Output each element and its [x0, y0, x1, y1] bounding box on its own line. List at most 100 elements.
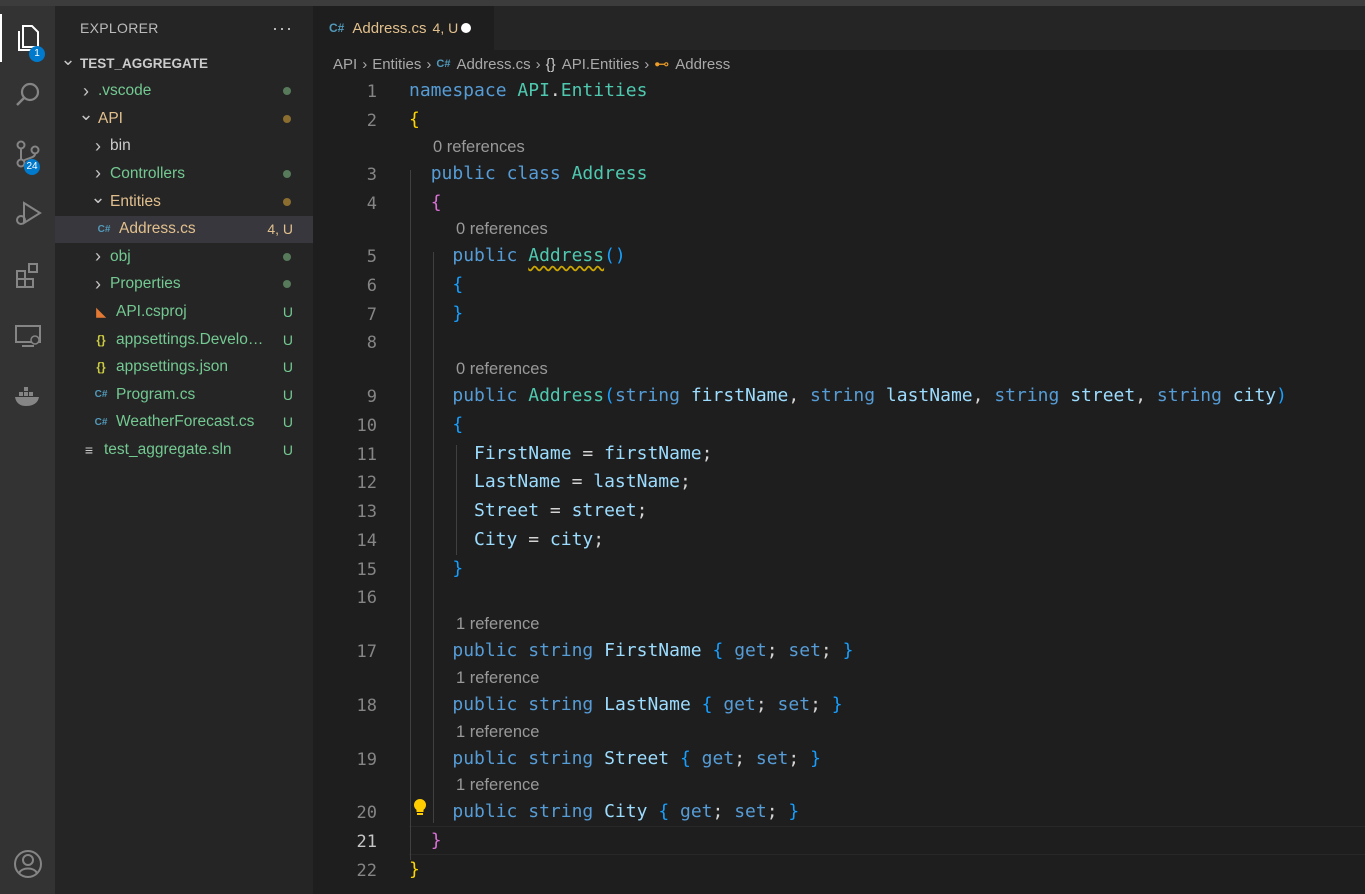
codelens-references[interactable]: 0 references	[433, 138, 525, 157]
extensions-activity[interactable]	[0, 251, 55, 299]
code-line[interactable]: public Address()	[409, 245, 625, 266]
line-number[interactable]: 5	[313, 247, 377, 267]
parameter: street	[1070, 385, 1136, 406]
tree-item[interactable]: {} appsettings.Develop... U	[55, 326, 313, 353]
breadcrumb-namespace[interactable]: API.Entities	[562, 56, 640, 73]
line-number[interactable]: 11	[313, 445, 377, 465]
tree-item-label: TEST_AGGREGATE	[80, 56, 209, 71]
code-line[interactable]: {	[409, 109, 420, 130]
breadcrumb-class[interactable]: Address	[675, 56, 730, 73]
code-line[interactable]: FirstName = firstName;	[409, 443, 712, 464]
line-number[interactable]: 15	[313, 560, 377, 580]
line-number[interactable]: 10	[313, 416, 377, 436]
codelens-references[interactable]: 1 reference	[456, 669, 539, 688]
line-number[interactable]: 9	[313, 387, 377, 407]
code-line[interactable]: }	[409, 859, 420, 880]
code-line[interactable]: public string FirstName { get; set; }	[409, 640, 853, 661]
tree-item[interactable]: › Controllers	[55, 160, 313, 187]
brace: {	[452, 414, 464, 435]
tree-item[interactable]: C# Address.cs 4, U	[55, 215, 313, 243]
code-line[interactable]: {	[409, 274, 463, 295]
tree-item[interactable]: ⌄ API	[55, 104, 313, 132]
line-number[interactable]: 3	[313, 165, 377, 185]
git-status-badge: U	[282, 414, 293, 431]
tree-item[interactable]: {} appsettings.json U	[55, 354, 313, 381]
line-number[interactable]: 7	[313, 305, 377, 325]
codelens-references[interactable]: 0 references	[456, 220, 548, 239]
source-control-activity[interactable]: 24	[0, 130, 55, 178]
line-number[interactable]: 12	[313, 473, 377, 493]
git-status-badge: U	[282, 359, 293, 376]
run-debug-icon	[15, 201, 42, 225]
tree-item[interactable]: › obj	[55, 243, 313, 270]
docker-activity[interactable]	[0, 372, 55, 420]
breadcrumb-file[interactable]: Address.cs	[456, 56, 530, 73]
codelens-references[interactable]: 1 reference	[456, 776, 539, 795]
unsaved-dot-icon[interactable]	[461, 23, 471, 33]
line-number[interactable]: 19	[313, 750, 377, 770]
code-line[interactable]: Street = street;	[409, 500, 647, 521]
tree-item[interactable]: › .vscode	[55, 78, 313, 105]
tree-item[interactable]: C# WeatherForecast.cs U	[55, 409, 313, 436]
keyword: get	[734, 640, 767, 661]
brace: }	[452, 558, 464, 579]
code-line[interactable]: public string City { get; set; }	[409, 801, 799, 822]
tree-item[interactable]: › Properties	[55, 271, 313, 298]
line-number[interactable]: 8	[313, 333, 377, 353]
tree-item[interactable]: › bin	[55, 133, 313, 160]
code-line[interactable]: public string Street { get; set; }	[409, 748, 821, 769]
code-line[interactable]: public class Address	[409, 163, 648, 184]
tree-item[interactable]: C# Program.cs U	[55, 381, 313, 408]
code-line[interactable]: }	[409, 303, 463, 324]
remote-explorer-activity[interactable]	[0, 312, 55, 360]
code-line[interactable]: {	[409, 414, 463, 435]
search-activity[interactable]	[0, 71, 55, 119]
line-number[interactable]: 20	[313, 803, 377, 823]
line-number[interactable]: 17	[313, 642, 377, 662]
tab-address-cs[interactable]: C# Address.cs 4, U	[313, 6, 494, 50]
tree-item[interactable]: ⌄ TEST_AGGREGATE	[55, 49, 313, 77]
line-number[interactable]: 13	[313, 502, 377, 522]
line-number[interactable]: 1	[313, 82, 377, 102]
code-line[interactable]: City = city;	[409, 529, 604, 550]
parameter: lastName	[593, 471, 680, 492]
line-number[interactable]: 2	[313, 111, 377, 131]
brace: {	[452, 274, 464, 295]
property-name: City	[604, 801, 648, 822]
brace: {	[679, 748, 691, 769]
line-number[interactable]: 18	[313, 696, 377, 716]
code-line[interactable]: public string LastName { get; set; }	[409, 694, 842, 715]
codelens-references[interactable]: 1 reference	[456, 723, 539, 742]
tree-item-label: test_aggregate.sln	[104, 440, 232, 458]
line-number[interactable]: 6	[313, 276, 377, 296]
tree-item[interactable]: ◣ API.csproj U	[55, 298, 313, 325]
chevron-right-icon: ›	[95, 273, 101, 294]
accounts-activity[interactable]	[0, 840, 55, 888]
code-line[interactable]: public Address(string firstName, string …	[409, 385, 1287, 406]
keyword: string	[528, 694, 594, 715]
code-line[interactable]: }	[409, 830, 442, 851]
code-line[interactable]: {	[409, 192, 442, 213]
run-debug-activity[interactable]	[0, 189, 55, 237]
code-line[interactable]: namespace API.Entities	[409, 80, 647, 101]
explorer-activity[interactable]: 1	[0, 14, 55, 62]
codelens-references[interactable]: 0 references	[456, 360, 548, 379]
code-line[interactable]: }	[409, 558, 463, 579]
line-number[interactable]: 16	[313, 588, 377, 608]
keyword: public	[430, 163, 496, 184]
tree-item[interactable]: ≡ test_aggregate.sln U	[55, 436, 313, 463]
breadcrumb-api[interactable]: API	[333, 56, 357, 73]
paren: (	[604, 385, 615, 406]
line-number[interactable]: 14	[313, 531, 377, 551]
breadcrumb-entities[interactable]: Entities	[372, 56, 421, 73]
line-number[interactable]: 4	[313, 194, 377, 214]
tree-item[interactable]: ⌄ Entities	[55, 187, 313, 215]
more-actions-icon[interactable]: ···	[272, 18, 293, 39]
codelens-references[interactable]: 1 reference	[456, 615, 539, 634]
line-number[interactable]: 22	[313, 861, 377, 881]
tree-item-label: Controllers	[110, 164, 185, 182]
code-line[interactable]: LastName = lastName;	[409, 471, 691, 492]
lightbulb-icon[interactable]	[412, 798, 428, 818]
tree-item-label: WeatherForecast.cs	[116, 413, 255, 431]
line-number[interactable]: 21	[313, 832, 377, 852]
